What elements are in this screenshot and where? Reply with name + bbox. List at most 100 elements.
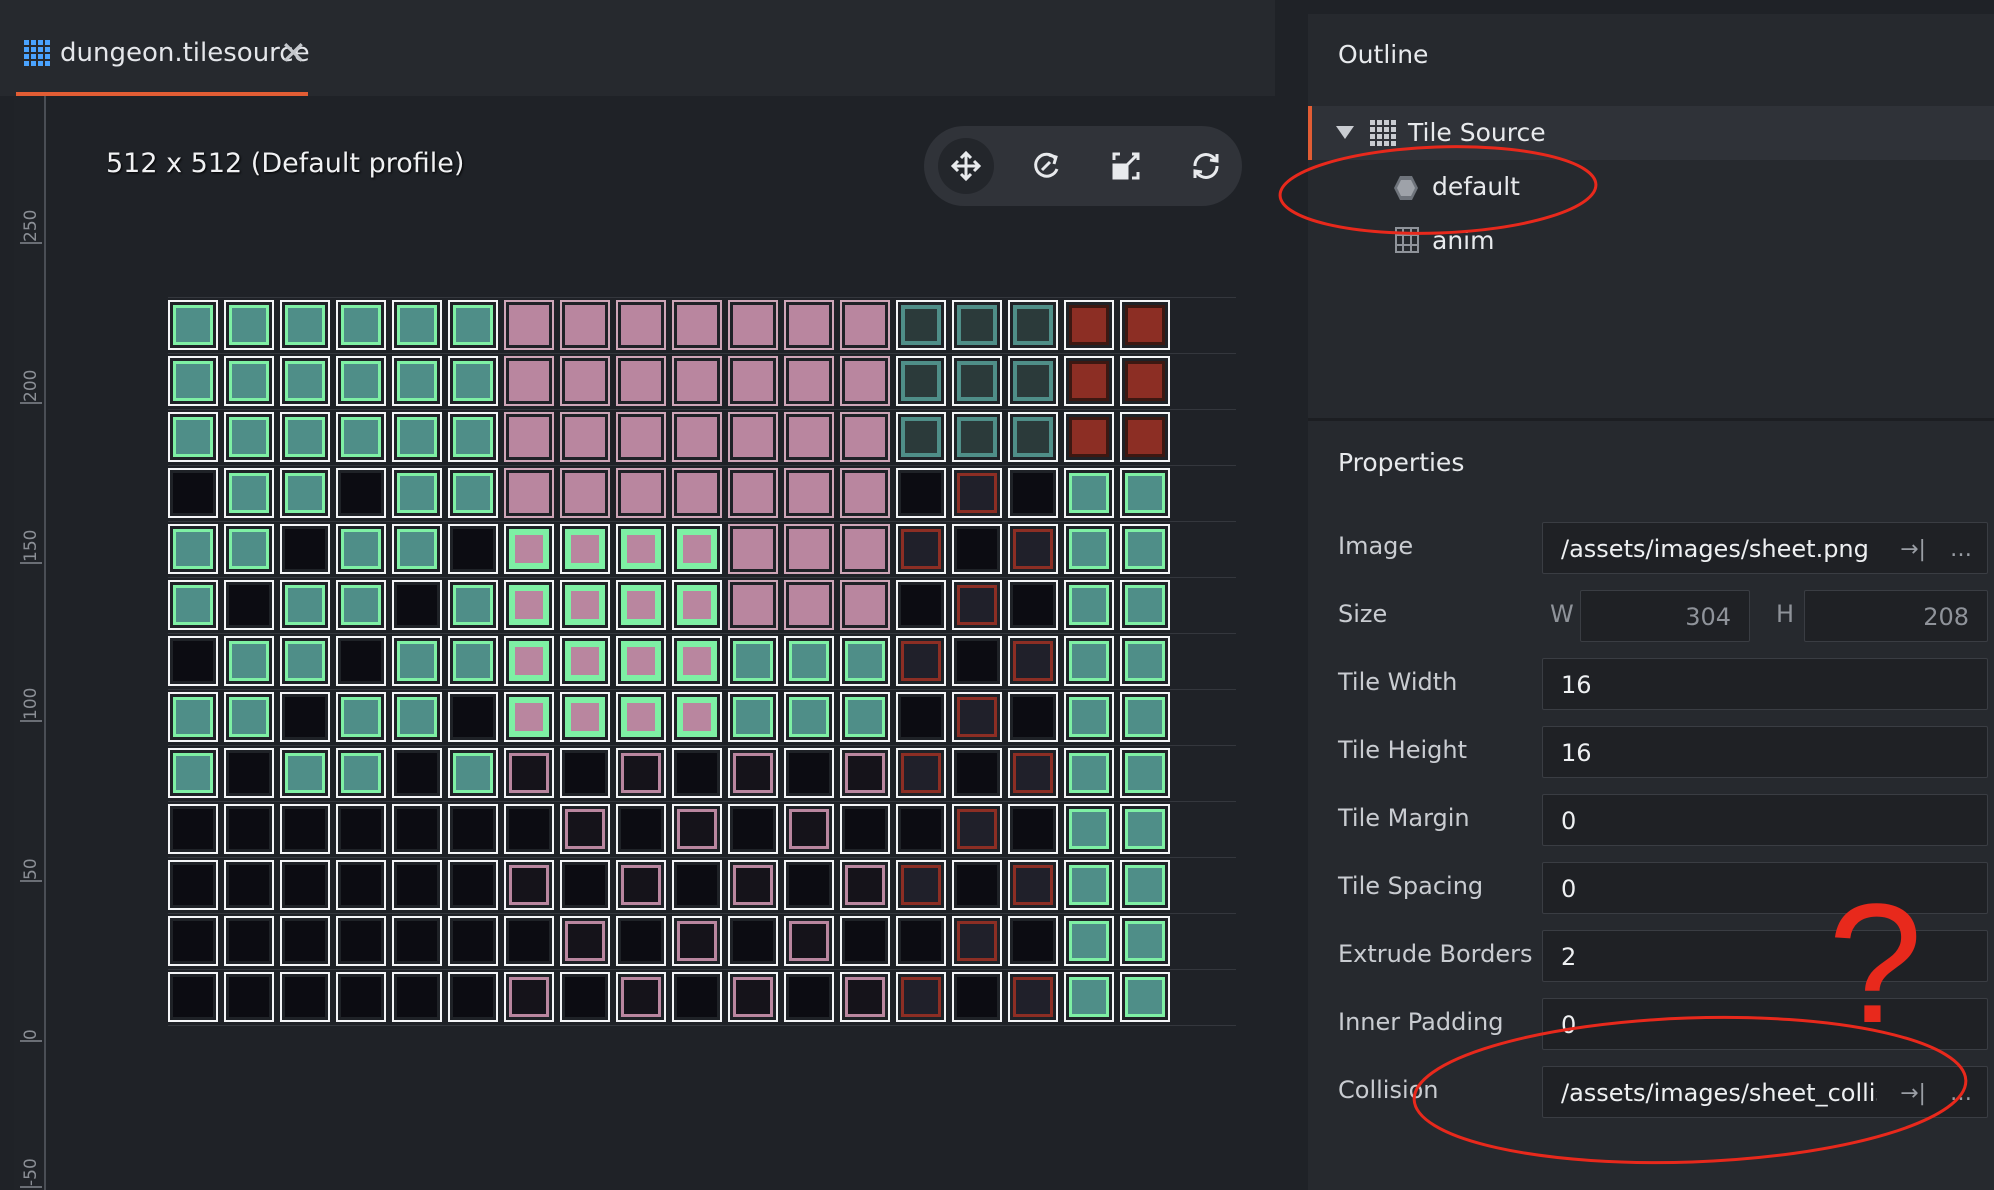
tile-cell[interactable] [840,692,890,742]
tile-cell[interactable] [896,580,946,630]
tile-margin-field[interactable]: 0 [1542,794,1988,846]
tile-cell[interactable] [1064,468,1114,518]
tile-cell[interactable] [896,412,946,462]
tile-cell[interactable] [168,692,218,742]
tab-dungeon-tilesource[interactable]: dungeon.tilesource ✕ [16,22,310,96]
outline-item-tile-source[interactable]: Tile Source [1308,106,1994,160]
tile-cell[interactable] [728,636,778,686]
tile-cell[interactable] [672,972,722,1022]
tile-cell[interactable] [280,580,330,630]
tile-cell[interactable] [728,916,778,966]
tile-cell[interactable] [616,524,666,574]
tile-cell[interactable] [280,692,330,742]
tile-cell[interactable] [952,524,1002,574]
tile-cell[interactable] [504,860,554,910]
tile-cell[interactable] [784,916,834,966]
tile-cell[interactable] [1008,412,1058,462]
tile-cell[interactable] [896,972,946,1022]
tile-cell[interactable] [336,636,386,686]
tile-cell[interactable] [616,468,666,518]
tile-cell[interactable] [616,972,666,1022]
tile-cell[interactable] [784,524,834,574]
tile-cell[interactable] [336,692,386,742]
tile-cell[interactable] [168,580,218,630]
tile-cell[interactable] [1120,692,1170,742]
tile-cell[interactable] [1120,860,1170,910]
tile-cell[interactable] [560,524,610,574]
tile-cell[interactable] [1008,804,1058,854]
tile-cell[interactable] [952,748,1002,798]
tile-cell[interactable] [840,412,890,462]
extrude-borders-field[interactable]: 2 [1542,930,1988,982]
tile-cell[interactable] [952,580,1002,630]
tile-cell[interactable] [784,300,834,350]
tile-cell[interactable] [224,468,274,518]
tile-cell[interactable] [1008,636,1058,686]
collision-field[interactable]: /assets/images/sheet_collisi →| … [1542,1066,1988,1118]
tile-cell[interactable] [392,860,442,910]
tile-cell[interactable] [1064,692,1114,742]
tile-cell[interactable] [280,748,330,798]
tile-cell[interactable] [280,860,330,910]
tile-cell[interactable] [224,300,274,350]
image-field[interactable]: /assets/images/sheet.png →| … [1542,522,1988,574]
tile-cell[interactable] [840,636,890,686]
tile-cell[interactable] [448,748,498,798]
outline-item-default[interactable]: default [1308,160,1994,214]
tile-height-field[interactable]: 16 [1542,726,1988,778]
tile-cell[interactable] [504,524,554,574]
tile-cell[interactable] [448,916,498,966]
tile-cell[interactable] [672,580,722,630]
tile-cell[interactable] [672,748,722,798]
tile-cell[interactable] [224,692,274,742]
tile-cell[interactable] [392,356,442,406]
tile-cell[interactable] [448,468,498,518]
tile-cell[interactable] [840,860,890,910]
tile-cell[interactable] [168,972,218,1022]
inner-padding-field[interactable]: 0 [1542,998,1988,1050]
tile-cell[interactable] [840,972,890,1022]
tile-cell[interactable] [672,692,722,742]
tile-cell[interactable] [952,412,1002,462]
tile-cell[interactable] [728,356,778,406]
tile-cell[interactable] [616,916,666,966]
tile-cell[interactable] [168,804,218,854]
tile-cell[interactable] [952,860,1002,910]
tile-cell[interactable] [1120,804,1170,854]
tile-cell[interactable] [896,468,946,518]
tile-cell[interactable] [392,972,442,1022]
tile-cell[interactable] [784,804,834,854]
tile-cell[interactable] [1120,580,1170,630]
tile-cell[interactable] [952,972,1002,1022]
outline-item-anim[interactable]: anim [1308,214,1994,268]
tile-cell[interactable] [560,300,610,350]
tile-cell[interactable] [560,916,610,966]
tile-cell[interactable] [224,860,274,910]
tile-cell[interactable] [840,356,890,406]
browse-icon[interactable]: … [1937,1067,1985,1119]
tile-cell[interactable] [840,748,890,798]
tile-cell[interactable] [1008,692,1058,742]
tile-cell[interactable] [280,636,330,686]
tile-cell[interactable] [448,636,498,686]
rotate-tool-button[interactable] [1018,138,1074,194]
tile-cell[interactable] [840,916,890,966]
tile-cell[interactable] [896,860,946,910]
tile-cell[interactable] [224,748,274,798]
tile-cell[interactable] [224,412,274,462]
tile-cell[interactable] [1008,972,1058,1022]
tile-cell[interactable] [1008,916,1058,966]
tile-spacing-field[interactable]: 0 [1542,862,1988,914]
tile-cell[interactable] [784,972,834,1022]
tile-cell[interactable] [840,580,890,630]
tile-cell[interactable] [672,300,722,350]
tile-cell[interactable] [392,916,442,966]
tile-cell[interactable] [504,412,554,462]
tile-cell[interactable] [280,916,330,966]
tile-cell[interactable] [1120,524,1170,574]
tile-cell[interactable] [1008,860,1058,910]
goto-file-icon[interactable]: →| [1889,523,1937,575]
tile-cell[interactable] [336,300,386,350]
tile-cell[interactable] [280,804,330,854]
tile-cell[interactable] [672,916,722,966]
